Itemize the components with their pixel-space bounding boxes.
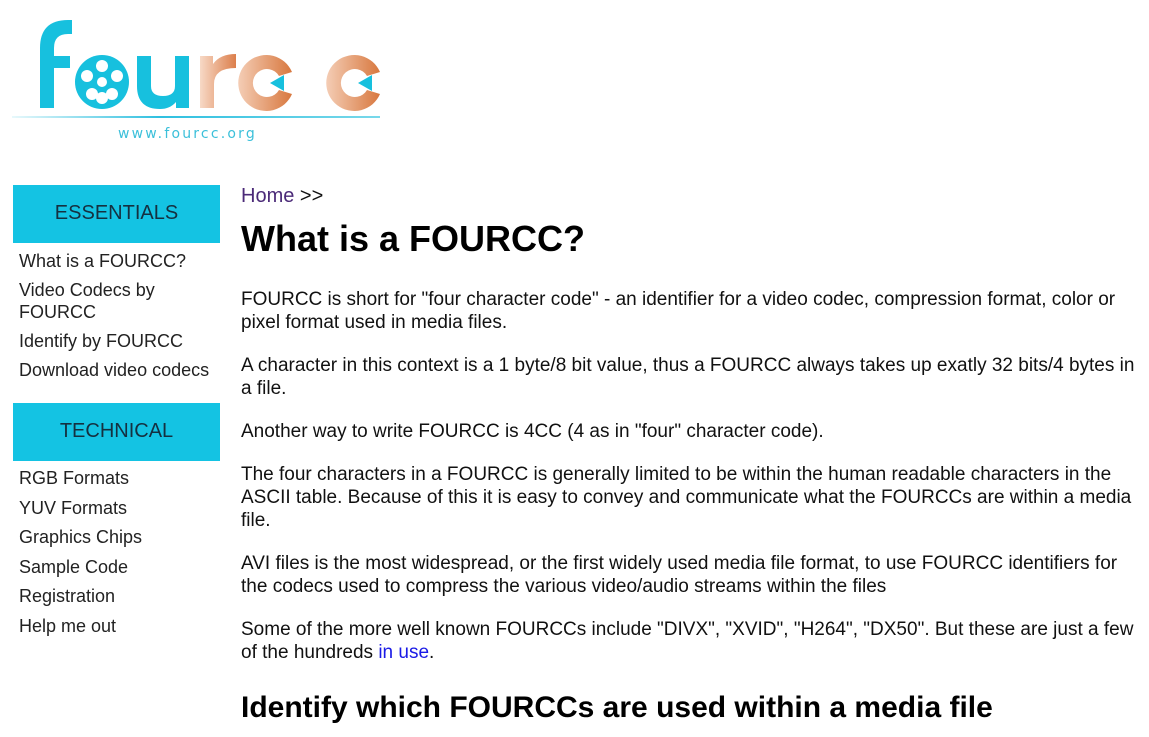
- paragraph-4cc: Another way to write FOURCC is 4CC (4 as…: [241, 421, 824, 442]
- fourcc-logo-icon: [40, 20, 380, 111]
- sidebar-item-identify[interactable]: Identify by FOURCC: [13, 330, 220, 352]
- sidebar-list-essentials: What is a FOURCC? Video Codecs by FOURCC…: [13, 250, 220, 381]
- sidebar-item-download-codecs[interactable]: Download video codecs: [13, 359, 220, 381]
- sidebar-item-registration[interactable]: Registration: [13, 585, 220, 607]
- paragraph-definition: FOURCC is short for "four character code…: [241, 289, 1116, 333]
- sidebar-item-graphics-chips[interactable]: Graphics Chips: [13, 526, 220, 548]
- site-logo[interactable]: www.fourcc.org: [12, 12, 392, 147]
- sidebar-item-sample-code[interactable]: Sample Code: [13, 556, 220, 578]
- main-content: Home >> What is a FOURCC? FOURCC is shor…: [241, 183, 1141, 726]
- in-use-link[interactable]: in use: [378, 642, 429, 663]
- breadcrumb: Home >>: [241, 183, 1141, 209]
- sidebar-item-what-is-fourcc[interactable]: What is a FOURCC?: [13, 250, 220, 272]
- breadcrumb-separator: >>: [294, 185, 324, 207]
- logo-url-text: www.fourcc.org: [118, 126, 257, 142]
- paragraph-ascii: The four characters in a FOURCC is gener…: [241, 464, 1132, 531]
- paragraph-well-known-text: Some of the more well known FOURCCs incl…: [241, 619, 1134, 663]
- sidebar-header-technical: TECHNICAL: [13, 403, 220, 461]
- sidebar-item-video-codecs[interactable]: Video Codecs by FOURCC: [13, 279, 220, 323]
- paragraph-well-known: Some of the more well known FOURCCs incl…: [241, 618, 1141, 664]
- sidebar-section-technical: TECHNICAL RGB Formats YUV Formats Graphi…: [13, 403, 220, 637]
- section-heading-identify: Identify which FOURCCs are used within a…: [241, 691, 993, 724]
- sidebar-list-technical: RGB Formats YUV Formats Graphics Chips S…: [13, 467, 220, 637]
- paragraph-avi: AVI files is the most widespread, or the…: [241, 553, 1118, 597]
- sidebar-item-help-me-out[interactable]: Help me out: [13, 615, 220, 637]
- breadcrumb-home-link[interactable]: Home: [241, 185, 294, 207]
- sidebar-header-essentials: ESSENTIALS: [13, 185, 220, 243]
- paragraph-byte-size: A character in this context is a 1 byte/…: [241, 355, 1135, 399]
- sidebar-section-essentials: ESSENTIALS What is a FOURCC? Video Codec…: [13, 185, 220, 381]
- logo-underline: [12, 116, 380, 118]
- page-title: What is a FOURCC?: [241, 218, 586, 259]
- paragraph-well-known-end: .: [429, 642, 435, 663]
- sidebar-item-rgb-formats[interactable]: RGB Formats: [13, 467, 220, 489]
- sidebar-item-yuv-formats[interactable]: YUV Formats: [13, 497, 220, 519]
- sidebar-nav: ESSENTIALS What is a FOURCC? Video Codec…: [13, 185, 220, 645]
